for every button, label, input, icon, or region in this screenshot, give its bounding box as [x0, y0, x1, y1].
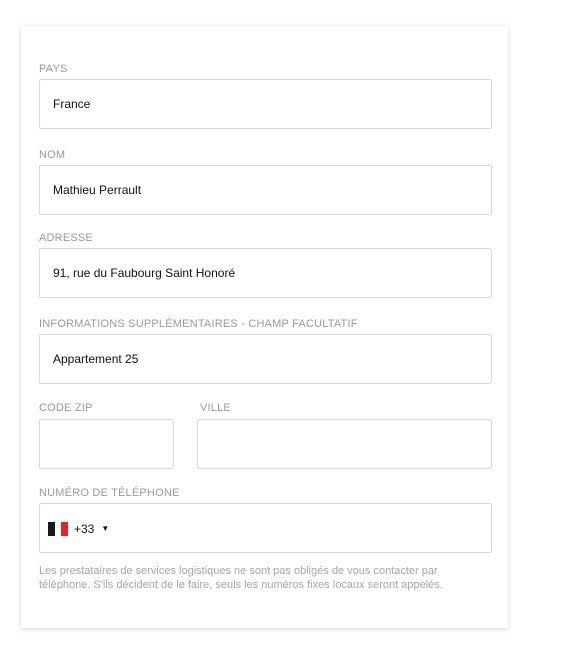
name-input[interactable] [40, 166, 491, 214]
zip-input[interactable] [40, 420, 173, 468]
city-field-box [197, 419, 492, 469]
city-label: VILLE [200, 402, 231, 414]
country-dial-code: +33 [74, 522, 95, 536]
phone-disclaimer-note: Les prestataires de services logistiques… [39, 565, 443, 591]
france-flag-icon [48, 522, 69, 536]
name-label: NOM [39, 149, 66, 161]
flag-stripe-blue [48, 522, 55, 536]
zip-label: CODE ZIP [39, 402, 93, 414]
city-input[interactable] [198, 420, 491, 468]
country-code-selector[interactable]: +33 ▼ [48, 521, 109, 537]
flag-stripe-red [61, 522, 69, 536]
extra-info-field-box [39, 334, 492, 384]
address-form-card: PAYS NOM ADRESSE INFORMATIONS SUPPLÉMENT… [21, 26, 508, 628]
country-label: PAYS [39, 63, 68, 75]
extra-info-input[interactable] [40, 335, 491, 383]
address-label: ADRESSE [39, 232, 93, 244]
country-input[interactable] [40, 80, 491, 128]
address-input[interactable] [40, 249, 491, 297]
caret-down-icon: ▼ [101, 524, 110, 533]
phone-label: NUMÉRO DE TÉLÉPHONE [39, 487, 180, 499]
phone-input[interactable] [120, 504, 490, 552]
extra-info-label: INFORMATIONS SUPPLÉMENTAIRES - CHAMP FAC… [39, 318, 358, 330]
zip-field-box [39, 419, 174, 469]
address-field-box [39, 248, 492, 298]
phone-field-box: +33 ▼ [39, 503, 492, 553]
country-field-box [39, 79, 492, 129]
flag-stripe-white [54, 522, 62, 536]
name-field-box [39, 165, 492, 215]
